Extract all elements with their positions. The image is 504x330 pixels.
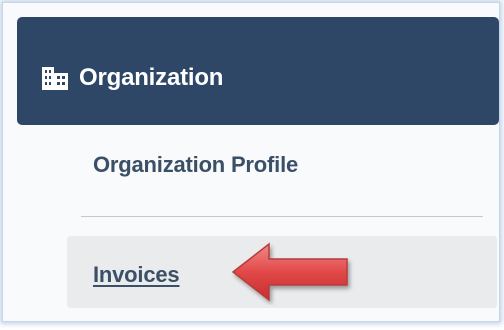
sidebar-item-organization-profile[interactable]: Organization Profile <box>93 153 298 177</box>
building-icon <box>42 67 68 90</box>
sidebar-item-invoices[interactable]: Invoices <box>93 263 180 287</box>
left-arrow-icon <box>231 242 348 302</box>
sidebar-header-title: Organization <box>79 64 224 91</box>
sidebar-divider <box>81 216 483 217</box>
sidebar-panel: Organization Organization Profile Invoic… <box>2 2 500 322</box>
sidebar-header-organization[interactable]: Organization <box>17 17 499 125</box>
